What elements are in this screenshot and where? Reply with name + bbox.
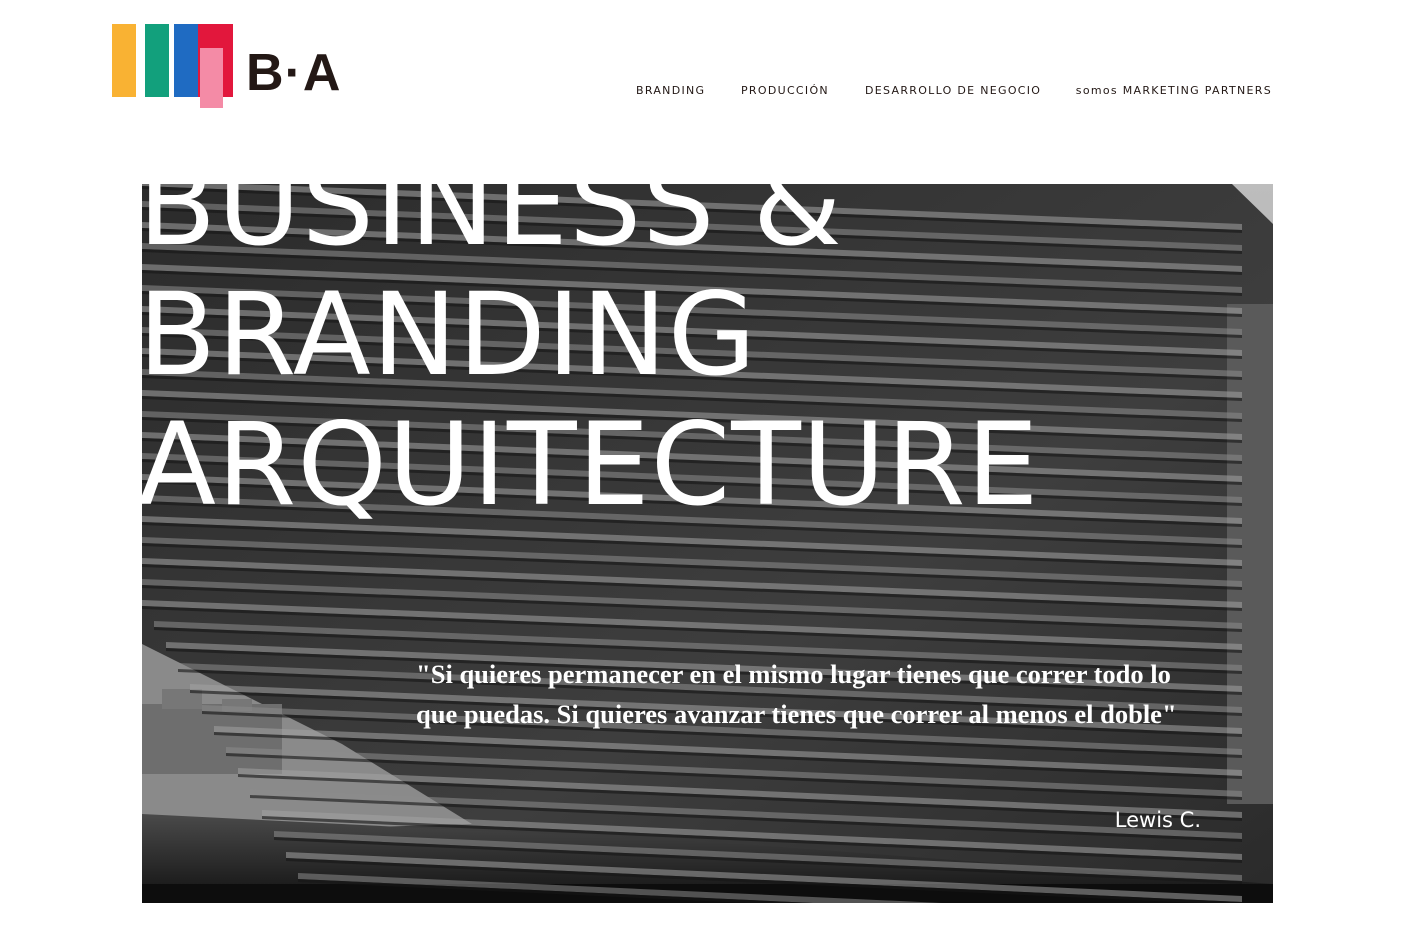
- headline-line-2: BRANDING: [142, 268, 758, 401]
- quote-author: Lewis C.: [1114, 808, 1201, 832]
- hero-quote: "Si quieres permanecer en el mismo lugar…: [416, 659, 1177, 729]
- nav-item-produccion[interactable]: PRODUCCIÓN: [741, 83, 829, 99]
- logo-wordmark: B·A: [246, 44, 342, 102]
- nav-item-marketing-partners[interactable]: somos MARKETING PARTNERS: [1076, 83, 1272, 99]
- hero-headline: BUSINESS & BRANDING ARQUITECTURE: [142, 184, 1040, 530]
- main-nav: BRANDING PRODUCCIÓN DESARROLLO DE NEGOCI…: [636, 83, 1272, 99]
- nav-item-desarrollo-de-negocio[interactable]: DESARROLLO DE NEGOCIO: [865, 83, 1041, 99]
- logo-pink-bar: [200, 48, 223, 108]
- hero-banner: BUSINESS & BRANDING ARQUITECTURE "Si qui…: [142, 184, 1273, 903]
- nav-item-branding[interactable]: BRANDING: [636, 83, 705, 99]
- logo-yellow-bar: [112, 24, 136, 97]
- headline-line-3: ARQUITECTURE: [142, 398, 1040, 531]
- logo-green-bar: [145, 24, 169, 97]
- headline-line-1: BUSINESS &: [142, 184, 843, 271]
- logo-blue-bar: [174, 24, 198, 97]
- brand-logo[interactable]: B·A: [111, 23, 341, 111]
